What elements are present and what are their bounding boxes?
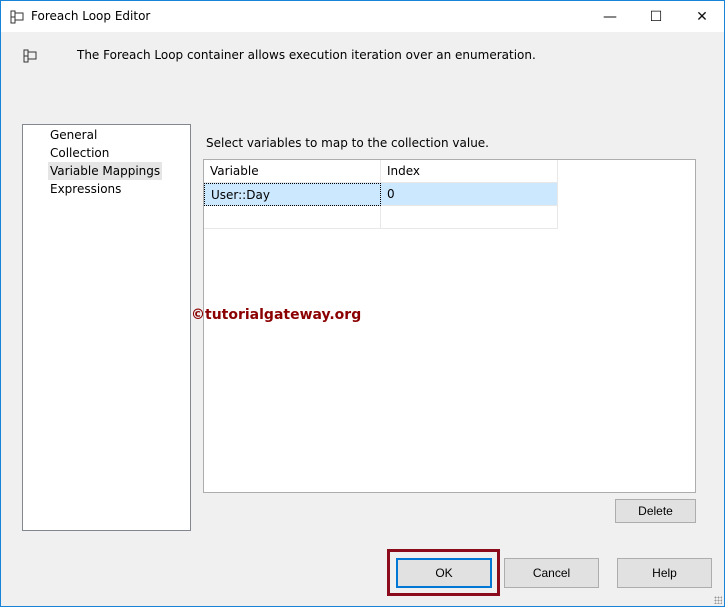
- variable-mappings-grid: Variable Index User::Day 0: [203, 159, 696, 493]
- window-title: Foreach Loop Editor: [31, 9, 151, 23]
- new-row-index-cell[interactable]: [381, 206, 558, 229]
- sidebar-item-general[interactable]: General: [48, 126, 99, 144]
- new-row-variable-cell[interactable]: [204, 206, 381, 229]
- sidebar-item-variable-mappings[interactable]: Variable Mappings: [48, 162, 163, 180]
- page-list: General Collection Variable Mappings Exp…: [22, 124, 191, 531]
- container-icon: [10, 10, 24, 24]
- watermark: ©tutorialgateway.org: [191, 307, 362, 323]
- close-icon[interactable]: ✕: [679, 1, 725, 32]
- title-bar: Foreach Loop Editor — ☐ ✕: [1, 1, 724, 32]
- delete-button[interactable]: Delete: [615, 499, 696, 523]
- minimize-icon[interactable]: —: [587, 1, 633, 32]
- ok-button[interactable]: OK: [396, 558, 492, 588]
- container-icon: [23, 49, 37, 63]
- maximize-icon[interactable]: ☐: [633, 1, 679, 32]
- foreach-loop-editor-window: Foreach Loop Editor — ☐ ✕ The Foreach Lo…: [0, 0, 725, 607]
- help-button[interactable]: Help: [617, 558, 712, 588]
- header-description: The Foreach Loop container allows execut…: [77, 48, 536, 62]
- variable-cell[interactable]: User::Day: [204, 183, 381, 206]
- column-header-variable[interactable]: Variable: [204, 160, 381, 183]
- instruction-label: Select variables to map to the collectio…: [206, 136, 489, 150]
- column-header-index[interactable]: Index: [381, 160, 558, 183]
- cancel-button[interactable]: Cancel: [504, 558, 599, 588]
- index-cell[interactable]: 0: [381, 183, 558, 206]
- resize-grip[interactable]: [714, 596, 722, 604]
- sidebar-item-expressions[interactable]: Expressions: [48, 180, 123, 198]
- sidebar-item-collection[interactable]: Collection: [48, 144, 111, 162]
